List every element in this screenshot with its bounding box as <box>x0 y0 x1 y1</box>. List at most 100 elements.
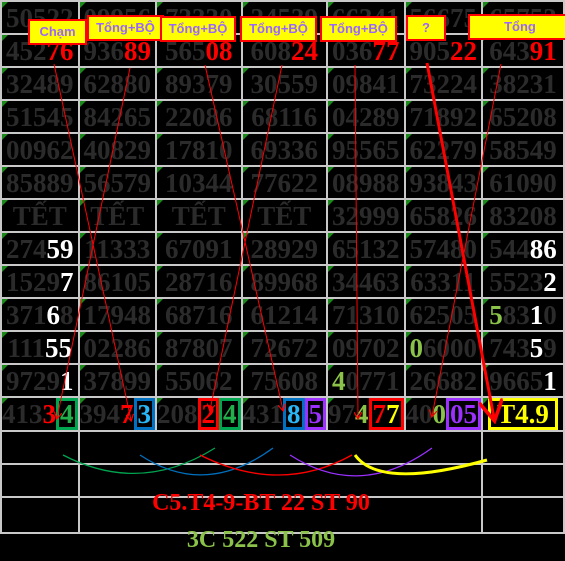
cell-value: TẾT <box>257 200 312 231</box>
grid-cell: 4133 4 <box>0 396 80 432</box>
digit: 86 <box>529 233 557 264</box>
cell-value: 65208 <box>489 101 557 132</box>
grid-cell: 54486 <box>481 231 565 266</box>
grid-cell: 40771 <box>326 363 406 398</box>
digit: 89968 <box>250 266 319 297</box>
digit: 26682 <box>409 365 478 396</box>
grid-row: 97291 37899 55062 75608 40771 26682 96651 <box>0 363 565 398</box>
label-box: Tổng+BỘ <box>320 16 397 42</box>
digit: 1529 <box>6 266 60 297</box>
grid-cell: 32489 <box>0 66 80 101</box>
grid-cell: 68116 <box>240 99 328 134</box>
grid-cell: TẾT <box>155 198 243 233</box>
grid-cell: 30559 <box>240 66 328 101</box>
grid-row: 51545 84265 22086 68116 04289 71892 65208 <box>0 99 565 134</box>
label-box: Tổng+BỘ <box>240 16 317 42</box>
digit: 02286 <box>83 332 152 363</box>
grid-cell: 02286 <box>77 330 157 365</box>
grid-cell: 10344 <box>155 165 243 200</box>
digit: 4 <box>332 365 346 396</box>
box-purple: 5 <box>304 399 326 429</box>
grid-cell: 62279 <box>403 132 483 167</box>
footer-line-2: 3C 522 ST 509 <box>186 527 336 553</box>
grid-cell: 61214 <box>240 297 328 332</box>
digit: 6 <box>46 299 61 330</box>
digit: 7 <box>60 266 74 297</box>
grid-cell: 84265 <box>77 99 157 134</box>
digit: 83 <box>502 299 530 330</box>
grid-row: 11155 02286 87807 72672 09702 06000 74359 <box>0 330 565 365</box>
digit: 5 <box>529 332 544 363</box>
grid-cell: 37899 <box>77 363 157 398</box>
digit: 63311 <box>410 266 477 297</box>
digit: 0 <box>543 299 557 330</box>
grid-row: 15297 86105 28716 89968 34463 63311 55232 <box>0 264 565 299</box>
digit: 0771 <box>345 365 400 396</box>
grid-cell: 62880 <box>77 66 157 101</box>
grid-cell: 65208 <box>481 99 565 134</box>
digit: 57480 <box>409 233 478 264</box>
cell-value: 32999 <box>332 200 400 231</box>
cell-value: 08988 <box>332 167 400 198</box>
grid-cell: 400 05 <box>403 396 483 432</box>
grid-cell: 208 2 4 <box>155 396 243 432</box>
grid-cell: 89968 <box>240 264 328 299</box>
digit: 1 <box>529 299 544 330</box>
grid-cell: 97291 <box>0 363 80 398</box>
grid-cell: 3947 3 <box>77 396 157 432</box>
digit: 8 <box>60 299 74 330</box>
grid-cell: 34463 <box>326 264 406 299</box>
grid-cell: 09841 <box>326 66 406 101</box>
grid-cell: TẾT <box>240 198 328 233</box>
digit: 28716 <box>165 266 233 297</box>
cell-value: 84265 <box>83 101 152 132</box>
digit: 544 <box>489 233 530 264</box>
cell-value: 68116 <box>251 101 318 132</box>
grid-cell: 06000 <box>403 330 483 365</box>
box-blue: 8 <box>283 399 305 429</box>
digit: 5523 <box>489 266 544 297</box>
cell-value: 69336 <box>250 134 319 165</box>
grid-cell: 27459 <box>0 231 80 266</box>
digit: 371 <box>6 299 47 330</box>
result-label: T4.9 <box>497 399 549 429</box>
grid-cell: 09702 <box>326 330 406 365</box>
grid-cell: 74359 <box>481 330 565 365</box>
cell-value: TẾT <box>12 200 67 231</box>
digit: 9665 <box>489 365 544 396</box>
grid-cell: TẾT <box>77 198 157 233</box>
cell-value: 56579 <box>83 167 152 198</box>
digit: 3 <box>137 399 152 429</box>
digit: 0 <box>432 399 447 429</box>
digit: 111 <box>7 332 46 363</box>
grid-cell: 62505 <box>403 297 483 332</box>
grid-cell: 431 8 5 <box>240 396 328 432</box>
cell-value: 65826 <box>409 200 478 231</box>
grid-cell: 00962 <box>0 132 80 167</box>
grid-cell: 67091 <box>155 231 243 266</box>
grid-cell: 75608 <box>240 363 328 398</box>
cell-value: 10344 <box>165 167 233 198</box>
digit: 1 <box>543 365 557 396</box>
grid-cell: 72672 <box>240 330 328 365</box>
grid-cell: 77622 <box>240 165 328 200</box>
digit: 86105 <box>83 266 152 297</box>
label-box: Tổng <box>468 14 565 40</box>
digit: 8 <box>287 399 301 429</box>
cell-value: 22086 <box>165 101 233 132</box>
box-red: 2 <box>197 399 219 429</box>
cell-value: 17810 <box>165 134 233 165</box>
grid-cell: 89379 <box>155 66 243 101</box>
grid-cell: 04289 <box>326 99 406 134</box>
grid-cell: 28716 <box>155 264 243 299</box>
grid-cell: 32999 <box>326 198 406 233</box>
cell-value: 61090 <box>489 167 557 198</box>
digit: 7 <box>120 399 134 429</box>
digit: 5 <box>308 399 323 429</box>
digit: 4 <box>60 399 74 429</box>
cell-value: 09841 <box>332 68 400 99</box>
grid-cell: 974 77 <box>326 396 406 432</box>
box-red: 77 <box>368 399 403 429</box>
footer-row <box>0 430 565 465</box>
lottery-analysis-sheet: 5052209956733302453966341566756575345276… <box>0 0 565 561</box>
